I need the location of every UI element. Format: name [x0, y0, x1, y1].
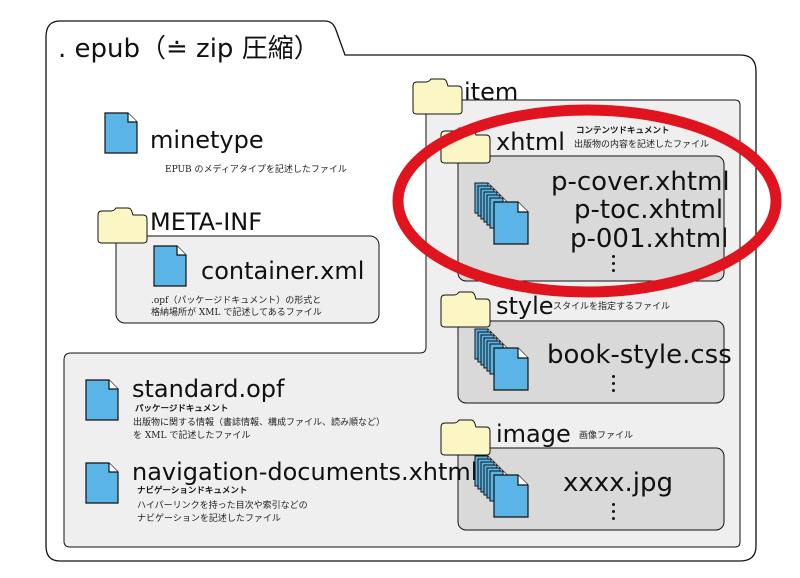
container-xml-file-icon	[153, 245, 187, 287]
image-more-dots	[611, 503, 617, 524]
meta-inf-label: META-INF	[150, 208, 263, 236]
xhtml-kind: コンテンツドキュメント	[576, 126, 670, 136]
container-xml-description-line1: .opf（パッケージドキュメント）の形式と	[151, 296, 322, 306]
item-folder-label: item	[464, 78, 519, 106]
image-description: 画像ファイル	[579, 431, 634, 441]
xhtml-description: 出版物の内容を記述したファイル	[574, 140, 710, 150]
navigation-documents-kind: ナビゲーションドキュメント	[137, 486, 248, 496]
container-xml-label: container.xml	[201, 257, 365, 285]
standard-opf-kind: パッケージドキュメント	[135, 404, 229, 414]
standard-opf-file-icon	[85, 379, 119, 421]
style-more-dots	[611, 375, 617, 396]
navigation-documents-description-line1: ハイパーリンクを持った目次や索引などの	[137, 501, 308, 511]
minetype-description: EPUB のメディアタイプを記述したファイル	[165, 165, 347, 175]
xhtml-more-dots	[611, 255, 617, 276]
epub-root-title: . epub（≐ zip 圧縮）	[58, 34, 320, 64]
image-folder-label: image	[496, 420, 571, 448]
standard-opf-label: standard.opf	[132, 375, 285, 403]
style-file-1: book-style.css	[547, 340, 732, 370]
minetype-file-icon	[104, 112, 138, 154]
style-description: スタイルを指定するファイル	[553, 302, 671, 312]
image-file-1: xxxx.jpg	[563, 468, 674, 498]
xhtml-folder-label: xhtml	[496, 128, 565, 156]
epub-structure-diagram	[45, 20, 782, 562]
container-xml-description-line2: 格納場所が XML で記述してあるファイル	[151, 308, 322, 318]
xhtml-file-2: p-toc.xhtml	[574, 195, 724, 225]
minetype-label: minetype	[150, 126, 264, 154]
navigation-documents-label: navigation-documents.xhtml	[132, 458, 478, 486]
style-folder-label: style	[496, 292, 554, 320]
xhtml-file-3: p-001.xhtml	[570, 224, 729, 254]
standard-opf-description-line1: 出版物に関する情報（書誌情報、構成ファイル、読み順など）	[133, 418, 386, 428]
xhtml-file-1: p-cover.xhtml	[551, 167, 730, 197]
standard-opf-description-line2: を XML で記述したファイル	[133, 431, 251, 441]
navigation-documents-file-icon	[85, 462, 119, 504]
navigation-documents-description-line2: ナビゲーションを記述したファイル	[137, 514, 281, 524]
